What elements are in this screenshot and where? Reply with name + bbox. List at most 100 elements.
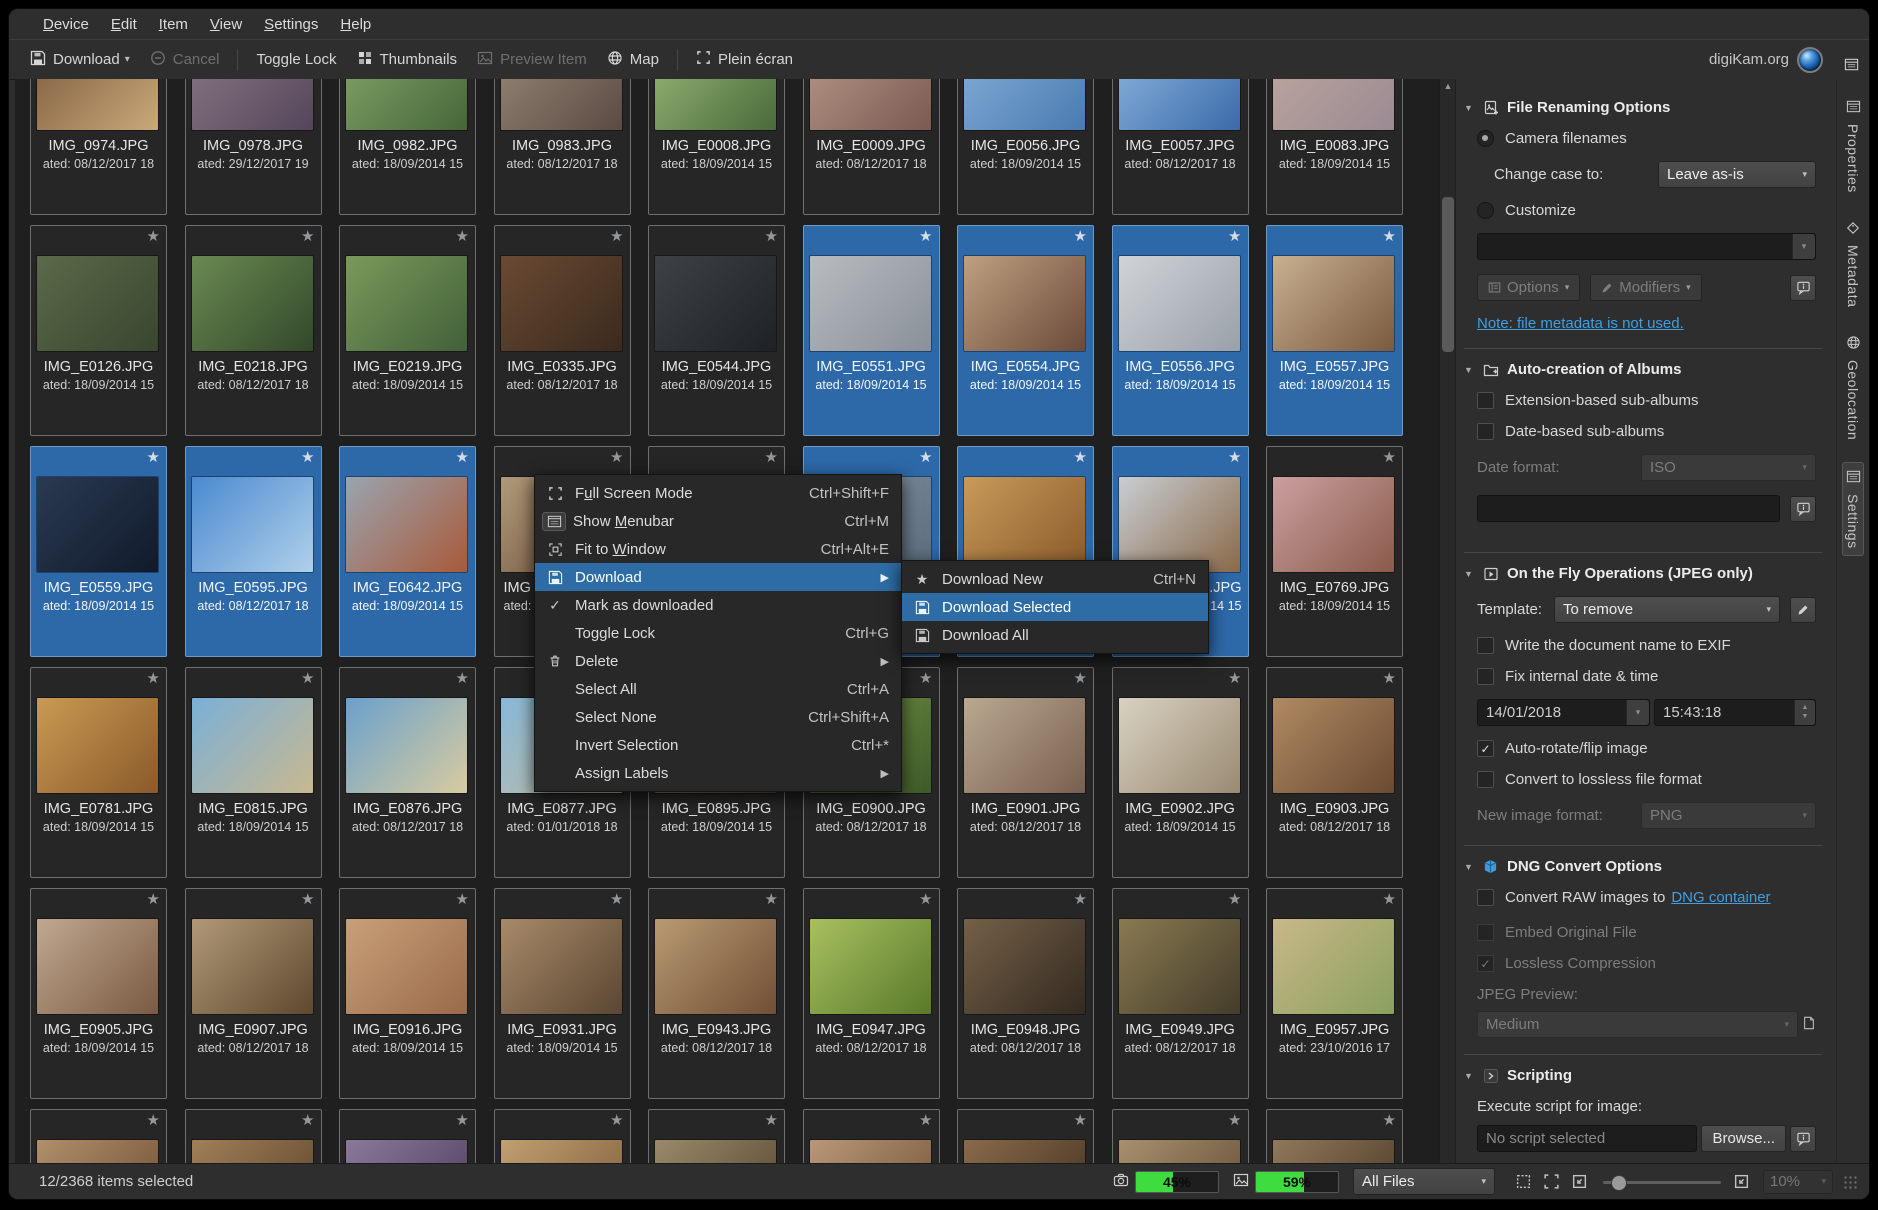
browse-button[interactable]: Browse... <box>1701 1125 1786 1152</box>
grid-item[interactable]: ★ <box>184 1109 322 1164</box>
download-button[interactable]: Download ▾ <box>21 44 139 76</box>
sidebar-tab-settings[interactable]: Settings <box>1842 462 1864 556</box>
grid-item[interactable]: ★ IMG_E0335.JPG ated: 08/12/2017 18 <box>493 225 631 436</box>
menu-item-select-none[interactable]: Select None Ctrl+Shift+A <box>535 703 901 731</box>
menubar-item-item[interactable]: Item <box>149 13 198 36</box>
grid-item[interactable]: ★IMG_E0057.JPGated: 08/12/2017 18 <box>1111 79 1249 215</box>
grid-item[interactable]: ★ IMG_E0901.JPG ated: 08/12/2017 18 <box>957 667 1094 878</box>
radio-icon[interactable] <box>1477 202 1494 219</box>
grid-item[interactable]: ★ IMG_E0815.JPG ated: 18/09/2014 15 <box>184 667 322 878</box>
collapse-arrow-icon[interactable]: ▼ <box>1464 569 1474 579</box>
grid-item-selected[interactable]: ★ IMG_E0556.JPG ated: 18/09/2014 15 <box>1111 225 1249 436</box>
sidebar-tab-metadata[interactable]: Metadata <box>1843 215 1863 313</box>
menu-item-mark-as-downloaded[interactable]: ✓ Mark as downloaded <box>535 591 901 619</box>
grid-item[interactable]: ★ <box>1111 1109 1249 1164</box>
grid-item[interactable]: ★ IMG_E0769.JPG ated: 18/09/2014 15 <box>1266 446 1403 657</box>
grid-item-selected[interactable]: ★ IMG_E0554.JPG ated: 18/09/2014 15 <box>957 225 1094 436</box>
grid-item-selected[interactable]: ★ IMG_E0595.JPG ated: 08/12/2017 18 <box>184 446 322 657</box>
zoom-fit-icon[interactable] <box>1567 1170 1591 1194</box>
section-file-renaming[interactable]: ▼ File Renaming Options <box>1464 99 1830 116</box>
chevron-down-icon[interactable]: ▾ <box>125 54 130 65</box>
grid-item[interactable]: ★ IMG_E0916.JPG ated: 18/09/2014 15 <box>339 888 476 1099</box>
collapse-arrow-icon[interactable]: ▼ <box>1464 1071 1474 1081</box>
script-path-input[interactable]: No script selected <box>1477 1125 1698 1152</box>
checkbox-icon[interactable] <box>1477 771 1494 788</box>
slider-knob[interactable] <box>1611 1174 1627 1191</box>
extension-subalbums-option[interactable]: Extension-based sub-albums <box>1477 392 1824 409</box>
resize-grip[interactable] <box>1843 1174 1857 1189</box>
section-dng[interactable]: ▼ DNG Convert Options <box>1464 858 1830 875</box>
grid-item[interactable]: ★IMG_E0008.JPGated: 18/09/2014 15 <box>648 79 785 215</box>
grid-item-selected[interactable]: ★ IMG_E0551.JPG ated: 18/09/2014 15 <box>802 225 940 436</box>
grid-item[interactable]: ★ <box>957 1109 1094 1164</box>
scroll-up-icon[interactable]: ▲ <box>1440 81 1456 91</box>
grid-item[interactable]: ★ IMG_E0905.JPG ated: 18/09/2014 15 <box>30 888 167 1099</box>
thumbnails-button[interactable]: Thumbnails <box>348 44 467 76</box>
rename-pattern-input[interactable]: ▾ <box>1477 233 1816 260</box>
write-exif-option[interactable]: Write the document name to EXIF <box>1477 637 1824 654</box>
menu-item-toggle-lock[interactable]: Toggle Lock Ctrl+G <box>535 619 901 647</box>
grid-item[interactable]: ★ IMG_E0902.JPG ated: 18/09/2014 15 <box>1111 667 1249 878</box>
grid-item[interactable]: ★ <box>339 1109 476 1164</box>
collapse-arrow-icon[interactable]: ▼ <box>1464 365 1474 375</box>
grid-item[interactable]: ★IMG_0978.JPGated: 29/12/2017 19 <box>184 79 322 215</box>
menu-item-download-all[interactable]: Download All <box>902 621 1208 649</box>
checkbox-checked-icon[interactable]: ✓ <box>1477 740 1494 757</box>
grid-item[interactable]: ★ IMG_E0781.JPG ated: 18/09/2014 15 <box>30 667 167 878</box>
collapse-arrow-icon[interactable]: ▼ <box>1464 862 1474 872</box>
grid-item[interactable]: ★IMG_E0083.JPGated: 18/09/2014 15 <box>1266 79 1403 215</box>
toggle-lock-button[interactable]: Toggle Lock <box>247 45 345 74</box>
grid-item[interactable]: ★ IMG_E0126.JPG ated: 18/09/2014 15 <box>30 225 167 436</box>
vertical-scrollbar[interactable]: ▲ <box>1439 79 1456 1164</box>
grid-item[interactable]: ★ IMG_E0219.JPG ated: 18/09/2014 15 <box>339 225 476 436</box>
radio-selected-icon[interactable] <box>1477 130 1494 147</box>
info-button[interactable] <box>1790 274 1816 301</box>
grid-item[interactable]: ★ IMG_E0947.JPG ated: 08/12/2017 18 <box>802 888 940 1099</box>
menubar-item-edit[interactable]: Edit <box>101 13 147 36</box>
menu-item-show-menubar[interactable]: Show Menubar Ctrl+M <box>535 507 901 535</box>
grid-item[interactable]: ★IMG_0974.JPGated: 08/12/2017 18 <box>30 79 167 215</box>
menu-item-fit-to-window[interactable]: Fit to Window Ctrl+Alt+E <box>535 535 901 563</box>
dng-container-link[interactable]: DNG container <box>1671 889 1770 906</box>
sidebar-tab-geolocation[interactable]: Geolocation <box>1843 329 1863 446</box>
menu-item-assign-labels[interactable]: Assign Labels ▶ <box>535 759 901 787</box>
section-onthefly[interactable]: ▼ On the Fly Operations (JPEG only) <box>1464 565 1830 582</box>
grid-item[interactable]: ★ IMG_E0957.JPG ated: 23/10/2016 17 <box>1266 888 1403 1099</box>
section-albums[interactable]: ▼ Auto-creation of Albums <box>1464 361 1830 378</box>
fix-datetime-option[interactable]: Fix internal date & time <box>1477 668 1824 685</box>
grid-item[interactable]: ★IMG_0983.JPGated: 08/12/2017 18 <box>493 79 631 215</box>
fit-window-icon[interactable] <box>1539 1170 1563 1194</box>
lossless-convert-option[interactable]: Convert to lossless file format <box>1477 771 1824 788</box>
scrollbar-thumb[interactable] <box>1442 197 1454 352</box>
menu-item-download[interactable]: Download ▶ <box>535 563 901 591</box>
collapse-arrow-icon[interactable]: ▼ <box>1464 103 1474 113</box>
grid-item[interactable]: ★ IMG_E0218.JPG ated: 08/12/2017 18 <box>184 225 322 436</box>
metadata-note-link[interactable]: Note: file metadata is not used. <box>1477 315 1684 332</box>
menubar-item-view[interactable]: View <box>200 13 252 36</box>
change-case-select[interactable]: Leave as-is ▾ <box>1658 161 1816 188</box>
grid-item[interactable]: ★ IMG_E0948.JPG ated: 08/12/2017 18 <box>957 888 1094 1099</box>
menubar-item-settings[interactable]: Settings <box>254 13 328 36</box>
grid-item[interactable]: ★ IMG_E0943.JPG ated: 08/12/2017 18 <box>648 888 785 1099</box>
info-button[interactable] <box>1790 495 1816 522</box>
zoom-out-fit-icon[interactable] <box>1729 1170 1753 1194</box>
menu-item-download-new[interactable]: ★ Download New Ctrl+N <box>902 565 1208 593</box>
customize-option[interactable]: Customize <box>1477 202 1824 219</box>
grid-item-selected[interactable]: ★ IMG_E0559.JPG ated: 18/09/2014 15 <box>30 446 167 657</box>
section-scripting[interactable]: ▼ Scripting <box>1464 1067 1830 1084</box>
grid-item-selected[interactable]: ★ IMG_E0642.JPG ated: 18/09/2014 15 <box>339 446 476 657</box>
sidebar-tab-properties[interactable]: Properties <box>1843 93 1863 199</box>
menubar-item-device[interactable]: Device <box>33 13 99 36</box>
checkbox-icon[interactable] <box>1477 889 1494 906</box>
template-select[interactable]: To remove ▾ <box>1554 596 1781 623</box>
grid-item[interactable]: ★ IMG_E0949.JPG ated: 08/12/2017 18 <box>1111 888 1249 1099</box>
grid-item[interactable]: ★IMG_E0009.JPGated: 08/12/2017 18 <box>802 79 940 215</box>
checkbox-icon[interactable] <box>1477 637 1494 654</box>
date-subalbums-option[interactable]: Date-based sub-albums <box>1477 423 1824 440</box>
menu-item-download-selected[interactable]: Download Selected <box>902 593 1208 621</box>
checkbox-icon[interactable] <box>1477 423 1494 440</box>
camera-filenames-option[interactable]: Camera filenames <box>1477 130 1824 147</box>
fullscreen-button[interactable]: Plein écran <box>687 44 802 75</box>
menu-item-full-screen-mode[interactable]: Full Screen Mode Ctrl+Shift+F <box>535 479 901 507</box>
map-button[interactable]: Map <box>598 44 668 76</box>
